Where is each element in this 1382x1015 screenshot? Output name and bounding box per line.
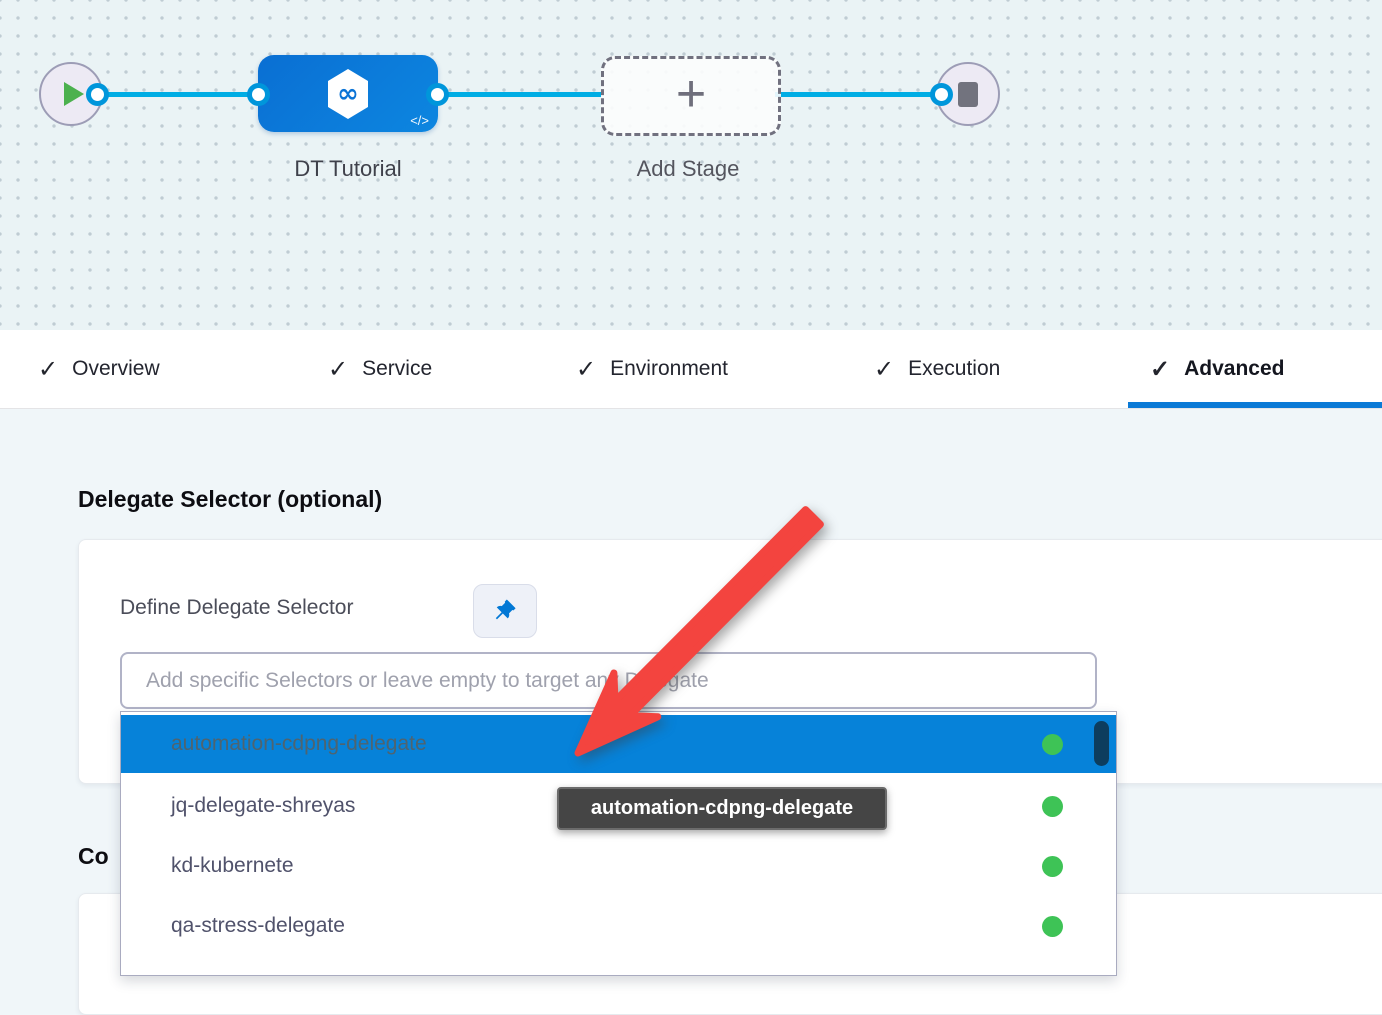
edge-connector-dot[interactable] — [426, 83, 449, 106]
cd-hexagon-infinity-icon: ∞ — [324, 68, 372, 120]
stage-config-tabbar: Overview Service Environment Execution A… — [0, 330, 1382, 409]
section-heading-partial: Co — [78, 843, 109, 870]
define-delegate-selector-label: Define Delegate Selector — [120, 596, 353, 620]
tab-label: Advanced — [1184, 357, 1284, 381]
status-dot-icon — [1042, 734, 1063, 755]
tab-overview[interactable]: Overview — [38, 330, 160, 408]
check-icon — [576, 355, 596, 384]
active-tab-underline — [1128, 402, 1382, 408]
edge-connector-dot[interactable] — [247, 83, 270, 106]
option-label: jq-delegate-shreyas — [171, 794, 355, 818]
tab-service[interactable]: Service — [328, 330, 432, 408]
tab-environment[interactable]: Environment — [576, 330, 728, 408]
delegate-selector-dropdown: automation-cdpng-delegate jq-delegate-sh… — [120, 711, 1117, 976]
dropdown-option[interactable]: kd-kubernete — [121, 837, 1116, 895]
stage-node-dt-tutorial[interactable]: ∞ </> — [258, 55, 438, 132]
option-label: automation-cdpng-delegate — [171, 732, 427, 756]
status-dot-icon — [1042, 856, 1063, 877]
option-label: kd-kubernete — [171, 854, 294, 878]
add-stage-button[interactable]: + — [601, 56, 781, 136]
play-icon — [64, 82, 84, 106]
pin-icon — [492, 598, 518, 624]
check-icon — [874, 355, 894, 384]
tab-label: Service — [362, 357, 432, 381]
pipeline-edge — [775, 92, 941, 97]
pipeline-edge — [438, 92, 601, 97]
tab-label: Execution — [908, 357, 1000, 381]
status-dot-icon — [1042, 796, 1063, 817]
pin-input-type-button[interactable] — [473, 584, 537, 638]
check-icon — [38, 355, 58, 384]
tooltip: automation-cdpng-delegate — [557, 787, 887, 830]
check-icon — [1150, 355, 1170, 384]
dropdown-scrollbar-thumb[interactable] — [1094, 721, 1109, 766]
edge-connector-dot[interactable] — [930, 83, 953, 106]
add-stage-label: Add Stage — [601, 156, 775, 182]
tab-label: Environment — [610, 357, 728, 381]
code-view-icon[interactable]: </> — [410, 113, 429, 128]
pipeline-canvas: ∞ </> DT Tutorial + Add Stage — [0, 0, 1382, 330]
dropdown-option[interactable]: automation-cdpng-delegate — [121, 715, 1116, 773]
check-icon — [328, 355, 348, 384]
delegate-selector-input[interactable] — [120, 652, 1097, 709]
tab-execution[interactable]: Execution — [874, 330, 1000, 408]
tab-advanced[interactable]: Advanced — [1150, 330, 1284, 408]
status-dot-icon — [1042, 916, 1063, 937]
option-label: qa-stress-delegate — [171, 914, 345, 938]
advanced-tab-content: Delegate Selector (optional) Define Dele… — [0, 408, 1382, 966]
dropdown-option[interactable]: qa-stress-delegate — [121, 897, 1116, 955]
stage-label: DT Tutorial — [258, 156, 438, 182]
section-heading-delegate-selector: Delegate Selector (optional) — [78, 486, 382, 513]
edge-connector-dot[interactable] — [86, 83, 109, 106]
svg-text:∞: ∞ — [337, 79, 359, 109]
pipeline-edge — [97, 92, 260, 97]
tab-label: Overview — [72, 357, 160, 381]
stop-icon — [958, 82, 978, 107]
